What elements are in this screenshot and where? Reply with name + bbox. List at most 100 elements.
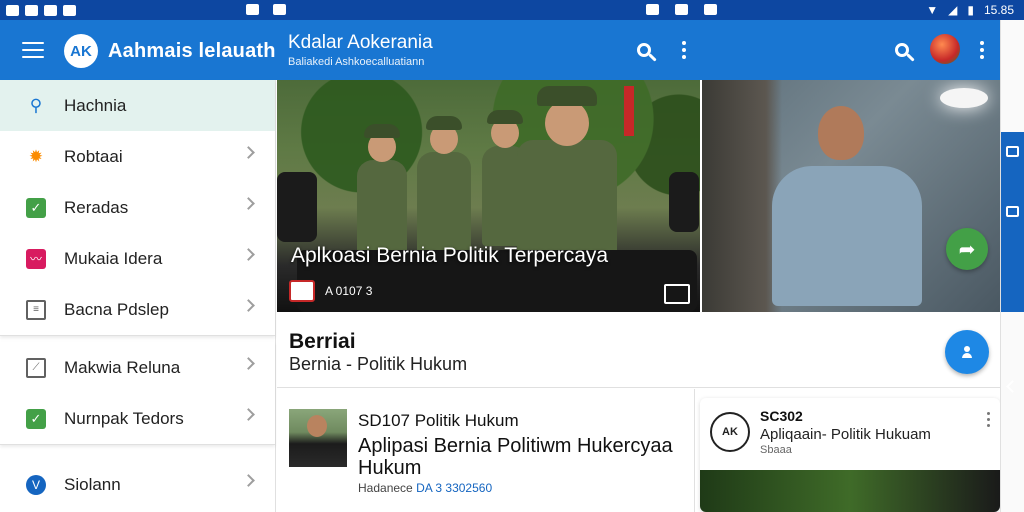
circle-logo-icon: V — [26, 474, 46, 495]
gallery-icon — [675, 4, 688, 15]
nav-item-bacna-pdslep[interactable]: ≡ Bacna Pdslep — [0, 284, 275, 335]
section-header: Berriai Bernia - Politik Hukum — [277, 312, 1000, 388]
menu-icon[interactable] — [22, 42, 44, 58]
share-icon: ➦ — [958, 238, 976, 261]
more-vert-icon[interactable] — [987, 412, 990, 427]
hero2-lamp — [940, 88, 988, 108]
search-icon — [895, 43, 909, 57]
lock-icon — [246, 4, 259, 15]
news-meta-highlight: DA 3 3302560 — [416, 481, 493, 495]
edge-panel — [1000, 20, 1024, 512]
news-source: Sbaaa — [760, 444, 792, 456]
bookmark-icon[interactable] — [664, 284, 690, 304]
hero-camera — [669, 172, 699, 232]
search-icon: ⚲ — [29, 95, 43, 115]
page-title-block: Kdalar Aokerania Baliakedi Ashkoecalluat… — [288, 32, 433, 68]
news-card[interactable]: AK SC302 Apliqaain- Politik Hukuam Sbaaa — [700, 398, 1000, 512]
sun-icon: ✹ — [28, 146, 44, 166]
news-meta-prefix: Hadanece — [358, 481, 413, 495]
hero-camera — [277, 172, 317, 242]
app-bar: AK Aahmais lelauath Kdalar Aokerania Bal… — [0, 20, 1000, 80]
overflow-menu-button[interactable] — [968, 36, 996, 64]
profile-avatar[interactable] — [930, 34, 960, 64]
secondary-article-card[interactable] — [702, 80, 1000, 312]
chevron-right-icon — [242, 197, 255, 210]
nav-group-secondary: ⟋ Makwia Reluna ✓ Nurnpak Tedors — [0, 342, 275, 445]
nav-item-reradas[interactable]: ✓ Reradas — [0, 182, 275, 233]
news-headline: Aplipasi Bernia Politiwm Hukercyaa Hukum — [358, 435, 673, 479]
nav-item-siolann[interactable]: V Siolann — [0, 459, 275, 510]
page-title: Kdalar Aokerania — [288, 32, 433, 53]
more-options-button[interactable] — [670, 36, 698, 64]
window-icon — [1006, 146, 1019, 157]
notification-icon — [6, 4, 19, 16]
nav-item-makwia-reluna[interactable]: ⟋ Makwia Reluna — [0, 342, 275, 393]
trend-icon: ⟋ — [26, 357, 46, 378]
chevron-right-icon — [242, 357, 255, 370]
profile-fab-button[interactable] — [945, 330, 989, 374]
nav-label: Nurnpak Tedors — [64, 408, 184, 428]
section-subtitle: Bernia - Politik Hukum — [289, 354, 468, 374]
flag-graphic — [624, 86, 634, 136]
search-button[interactable] — [630, 36, 658, 64]
usb-icon — [646, 4, 659, 15]
edge-panel-handle[interactable] — [1001, 132, 1024, 393]
source-badge-icon — [289, 280, 315, 302]
chevron-right-icon — [242, 474, 255, 487]
nav-item-hachnia[interactable]: ⚲ Hachnia — [0, 80, 275, 131]
share-button[interactable]: ➦ — [946, 228, 988, 270]
person-icon — [962, 346, 972, 358]
news-code: SD107 Politik Hukum — [358, 411, 519, 430]
copy-icon — [1006, 206, 1019, 217]
nav-label: Robtaai — [64, 146, 123, 166]
news-card-image — [700, 470, 1000, 512]
check-icon: ✓ — [26, 197, 46, 218]
app-name: Aahmais lelauath — [108, 40, 276, 62]
nav-item-nurnpak-tedors[interactable]: ✓ Nurnpak Tedors — [0, 393, 275, 444]
news-code: SC302 — [760, 408, 803, 424]
battery-icon: ▮ — [967, 3, 974, 17]
publisher-logo: AK — [710, 412, 750, 452]
chevron-right-icon — [242, 299, 255, 312]
sync-icon — [273, 4, 286, 15]
section-title: Berriai — [289, 330, 356, 353]
nav-label: Mukaia Idera — [64, 248, 163, 268]
document-icon: ≡ — [26, 299, 46, 320]
chevron-right-icon — [242, 408, 255, 421]
chevron-right-icon — [242, 248, 255, 261]
app-logo: AK — [64, 34, 98, 68]
clock: 15.85 — [983, 3, 1014, 17]
nav-item-mukaia-idera[interactable]: 〰 Mukaia Idera — [0, 233, 275, 284]
nav-item-robtaai[interactable]: ✹ Robtaai — [0, 131, 275, 182]
nav-label: Reradas — [64, 197, 129, 217]
notification-icon — [44, 4, 57, 16]
hero2-figure — [772, 106, 932, 306]
hero-caption: Aplkoasi Bernia Politik Terpercaya — [291, 244, 609, 267]
news-meta: Hadanece DA 3 3302560 — [358, 481, 492, 495]
nav-label: Makwia Reluna — [64, 357, 181, 377]
news-thumbnail — [289, 409, 347, 467]
featured-article-card[interactable]: Aplkoasi Bernia Politik Terpercaya A 010… — [277, 80, 700, 312]
vibrate-icon — [704, 4, 717, 15]
news-list-item[interactable]: SD107 Politik Hukum Aplipasi Bernia Poli… — [277, 389, 695, 512]
nav-label: Siolann — [64, 474, 121, 494]
pink-chart-icon: 〰 — [26, 248, 46, 269]
check-icon: ✓ — [26, 408, 46, 429]
search-button-right[interactable] — [888, 36, 916, 64]
hero2-foreground — [702, 80, 782, 312]
status-bar: ▼ ◢ ▮ 15.85 — [0, 0, 1024, 20]
navigation-drawer: ⚲ Hachnia ✹ Robtaai ✓ Reradas 〰 Mukaia I… — [0, 80, 276, 512]
chevron-left-icon — [1006, 380, 1019, 393]
hero-source-text: A 0107 3 — [325, 284, 373, 298]
page-subtitle: Baliakedi Ashkoecalluatiann — [288, 56, 425, 68]
nav-label: Hachnia — [64, 95, 127, 115]
search-icon — [637, 43, 651, 57]
chevron-right-icon — [242, 146, 255, 159]
notification-icon — [25, 4, 38, 16]
wifi-icon: ▼ — [926, 3, 939, 17]
nav-label: Bacna Pdslep — [64, 299, 169, 319]
signal-icon: ◢ — [948, 3, 958, 17]
notification-icon — [63, 4, 76, 16]
hero-source: A 0107 3 — [289, 280, 372, 302]
nav-group-primary: ⚲ Hachnia ✹ Robtaai ✓ Reradas 〰 Mukaia I… — [0, 80, 275, 336]
